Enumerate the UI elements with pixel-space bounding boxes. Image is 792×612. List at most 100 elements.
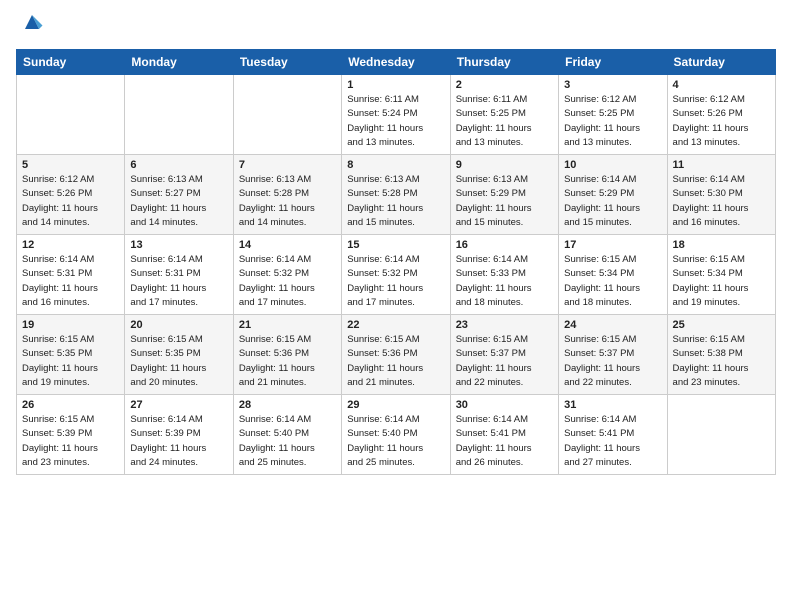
day-info: Sunrise: 6:14 AM Sunset: 5:32 PM Dayligh… bbox=[347, 253, 444, 310]
day-number: 8 bbox=[347, 159, 444, 171]
day-info: Sunrise: 6:15 AM Sunset: 5:34 PM Dayligh… bbox=[673, 253, 770, 310]
day-info: Sunrise: 6:14 AM Sunset: 5:41 PM Dayligh… bbox=[456, 413, 553, 470]
day-info: Sunrise: 6:14 AM Sunset: 5:39 PM Dayligh… bbox=[130, 413, 227, 470]
calendar-cell-34 bbox=[667, 395, 775, 475]
calendar-cell-20: 18 Sunrise: 6:15 AM Sunset: 5:34 PM Dayli… bbox=[667, 235, 775, 315]
calendar-cell-15: 13Sunrise: 6:14 AM Sunset: 5:31 PM Dayli… bbox=[125, 235, 233, 315]
col-header-monday: Monday bbox=[125, 50, 233, 75]
calendar-cell-33: 31Sunrise: 6:14 AM Sunset: 5:41 PM Dayli… bbox=[559, 395, 667, 475]
calendar-cell-9: 7 Sunrise: 6:13 AM Sunset: 5:28 PM Daylig… bbox=[233, 155, 341, 235]
col-header-wednesday: Wednesday bbox=[342, 50, 450, 75]
col-header-friday: Friday bbox=[559, 50, 667, 75]
day-info: Sunrise: 6:12 AM Sunset: 5:25 PM Dayligh… bbox=[564, 93, 661, 150]
day-info: Sunrise: 6:13 AM Sunset: 5:28 PM Dayligh… bbox=[347, 173, 444, 230]
day-info: Sunrise: 6:13 AM Sunset: 5:28 PM Dayligh… bbox=[239, 173, 336, 230]
calendar-cell-24: 22 Sunrise: 6:15 AM Sunset: 5:36 PM Dayli… bbox=[342, 315, 450, 395]
calendar-cell-19: 17 Sunrise: 6:15 AM Sunset: 5:34 PM Dayli… bbox=[559, 235, 667, 315]
calendar-week-1: 1Sunrise: 6:11 AM Sunset: 5:24 PM Daylig… bbox=[17, 75, 776, 155]
calendar-cell-11: 9 Sunrise: 6:13 AM Sunset: 5:29 PM Daylig… bbox=[450, 155, 558, 235]
calendar-cell-2 bbox=[233, 75, 341, 155]
header bbox=[16, 12, 776, 41]
day-info: Sunrise: 6:15 AM Sunset: 5:36 PM Dayligh… bbox=[239, 333, 336, 390]
calendar-cell-14: 12 Sunrise: 6:14 AM Sunset: 5:31 PM Dayli… bbox=[17, 235, 125, 315]
calendar-cell-3: 1Sunrise: 6:11 AM Sunset: 5:24 PM Daylig… bbox=[342, 75, 450, 155]
day-number: 14 bbox=[239, 239, 336, 251]
day-number: 3 bbox=[564, 79, 661, 91]
calendar-cell-29: 27Sunrise: 6:14 AM Sunset: 5:39 PM Dayli… bbox=[125, 395, 233, 475]
day-info: Sunrise: 6:14 AM Sunset: 5:31 PM Dayligh… bbox=[22, 253, 119, 310]
calendar-cell-21: 19Sunrise: 6:15 AM Sunset: 5:35 PM Dayli… bbox=[17, 315, 125, 395]
calendar-cell-5: 3 Sunrise: 6:12 AM Sunset: 5:25 PM Daylig… bbox=[559, 75, 667, 155]
logo-icon bbox=[18, 8, 46, 36]
calendar-cell-25: 23 Sunrise: 6:15 AM Sunset: 5:37 PM Dayli… bbox=[450, 315, 558, 395]
day-info: Sunrise: 6:12 AM Sunset: 5:26 PM Dayligh… bbox=[22, 173, 119, 230]
day-number: 10 bbox=[564, 159, 661, 171]
day-number: 15 bbox=[347, 239, 444, 251]
day-info: Sunrise: 6:15 AM Sunset: 5:37 PM Dayligh… bbox=[564, 333, 661, 390]
day-number: 29 bbox=[347, 399, 444, 411]
day-number: 23 bbox=[456, 319, 553, 331]
calendar-cell-18: 16 Sunrise: 6:14 AM Sunset: 5:33 PM Dayli… bbox=[450, 235, 558, 315]
day-info: Sunrise: 6:15 AM Sunset: 5:38 PM Dayligh… bbox=[673, 333, 770, 390]
calendar-header-row: SundayMondayTuesdayWednesdayThursdayFrid… bbox=[17, 50, 776, 75]
calendar-cell-8: 6 Sunrise: 6:13 AM Sunset: 5:27 PM Daylig… bbox=[125, 155, 233, 235]
day-info: Sunrise: 6:15 AM Sunset: 5:35 PM Dayligh… bbox=[130, 333, 227, 390]
calendar-cell-30: 28Sunrise: 6:14 AM Sunset: 5:40 PM Dayli… bbox=[233, 395, 341, 475]
day-info: Sunrise: 6:14 AM Sunset: 5:30 PM Dayligh… bbox=[673, 173, 770, 230]
day-number: 17 bbox=[564, 239, 661, 251]
calendar-cell-23: 21 Sunrise: 6:15 AM Sunset: 5:36 PM Dayli… bbox=[233, 315, 341, 395]
day-number: 21 bbox=[239, 319, 336, 331]
calendar-week-3: 12 Sunrise: 6:14 AM Sunset: 5:31 PM Dayli… bbox=[17, 235, 776, 315]
calendar-cell-22: 20 Sunrise: 6:15 AM Sunset: 5:35 PM Dayli… bbox=[125, 315, 233, 395]
day-info: Sunrise: 6:14 AM Sunset: 5:33 PM Dayligh… bbox=[456, 253, 553, 310]
day-info: Sunrise: 6:11 AM Sunset: 5:25 PM Dayligh… bbox=[456, 93, 553, 150]
day-number: 4 bbox=[673, 79, 770, 91]
calendar-cell-16: 14 Sunrise: 6:14 AM Sunset: 5:32 PM Dayli… bbox=[233, 235, 341, 315]
day-number: 7 bbox=[239, 159, 336, 171]
calendar-cell-27: 25 Sunrise: 6:15 AM Sunset: 5:38 PM Dayli… bbox=[667, 315, 775, 395]
calendar-cell-28: 26 Sunrise: 6:15 AM Sunset: 5:39 PM Dayli… bbox=[17, 395, 125, 475]
day-info: Sunrise: 6:15 AM Sunset: 5:37 PM Dayligh… bbox=[456, 333, 553, 390]
day-info: Sunrise: 6:13 AM Sunset: 5:29 PM Dayligh… bbox=[456, 173, 553, 230]
day-number: 6 bbox=[130, 159, 227, 171]
calendar-cell-31: 29Sunrise: 6:14 AM Sunset: 5:40 PM Dayli… bbox=[342, 395, 450, 475]
day-number: 11 bbox=[673, 159, 770, 171]
day-number: 12 bbox=[22, 239, 119, 251]
calendar-cell-13: 11 Sunrise: 6:14 AM Sunset: 5:30 PM Dayli… bbox=[667, 155, 775, 235]
calendar-cell-10: 8 Sunrise: 6:13 AM Sunset: 5:28 PM Daylig… bbox=[342, 155, 450, 235]
day-info: Sunrise: 6:15 AM Sunset: 5:35 PM Dayligh… bbox=[22, 333, 119, 390]
calendar-week-5: 26 Sunrise: 6:15 AM Sunset: 5:39 PM Dayli… bbox=[17, 395, 776, 475]
day-number: 25 bbox=[673, 319, 770, 331]
calendar-week-4: 19Sunrise: 6:15 AM Sunset: 5:35 PM Dayli… bbox=[17, 315, 776, 395]
day-number: 31 bbox=[564, 399, 661, 411]
day-info: Sunrise: 6:15 AM Sunset: 5:39 PM Dayligh… bbox=[22, 413, 119, 470]
day-info: Sunrise: 6:15 AM Sunset: 5:34 PM Dayligh… bbox=[564, 253, 661, 310]
day-info: Sunrise: 6:15 AM Sunset: 5:36 PM Dayligh… bbox=[347, 333, 444, 390]
day-info: Sunrise: 6:11 AM Sunset: 5:24 PM Dayligh… bbox=[347, 93, 444, 150]
day-number: 16 bbox=[456, 239, 553, 251]
col-header-sunday: Sunday bbox=[17, 50, 125, 75]
day-info: Sunrise: 6:13 AM Sunset: 5:27 PM Dayligh… bbox=[130, 173, 227, 230]
day-number: 9 bbox=[456, 159, 553, 171]
col-header-tuesday: Tuesday bbox=[233, 50, 341, 75]
calendar-cell-26: 24 Sunrise: 6:15 AM Sunset: 5:37 PM Dayli… bbox=[559, 315, 667, 395]
calendar-cell-7: 5 Sunrise: 6:12 AM Sunset: 5:26 PM Daylig… bbox=[17, 155, 125, 235]
calendar-cell-0 bbox=[17, 75, 125, 155]
day-info: Sunrise: 6:14 AM Sunset: 5:32 PM Dayligh… bbox=[239, 253, 336, 310]
col-header-saturday: Saturday bbox=[667, 50, 775, 75]
day-number: 18 bbox=[673, 239, 770, 251]
col-header-thursday: Thursday bbox=[450, 50, 558, 75]
day-info: Sunrise: 6:14 AM Sunset: 5:29 PM Dayligh… bbox=[564, 173, 661, 230]
calendar-table: SundayMondayTuesdayWednesdayThursdayFrid… bbox=[16, 49, 776, 475]
calendar-cell-12: 10 Sunrise: 6:14 AM Sunset: 5:29 PM Dayli… bbox=[559, 155, 667, 235]
day-info: Sunrise: 6:14 AM Sunset: 5:31 PM Dayligh… bbox=[130, 253, 227, 310]
calendar-cell-6: 4Sunrise: 6:12 AM Sunset: 5:26 PM Daylig… bbox=[667, 75, 775, 155]
day-number: 26 bbox=[22, 399, 119, 411]
day-number: 22 bbox=[347, 319, 444, 331]
day-number: 24 bbox=[564, 319, 661, 331]
logo bbox=[16, 12, 46, 41]
day-number: 28 bbox=[239, 399, 336, 411]
day-number: 20 bbox=[130, 319, 227, 331]
calendar-week-2: 5 Sunrise: 6:12 AM Sunset: 5:26 PM Daylig… bbox=[17, 155, 776, 235]
day-number: 5 bbox=[22, 159, 119, 171]
